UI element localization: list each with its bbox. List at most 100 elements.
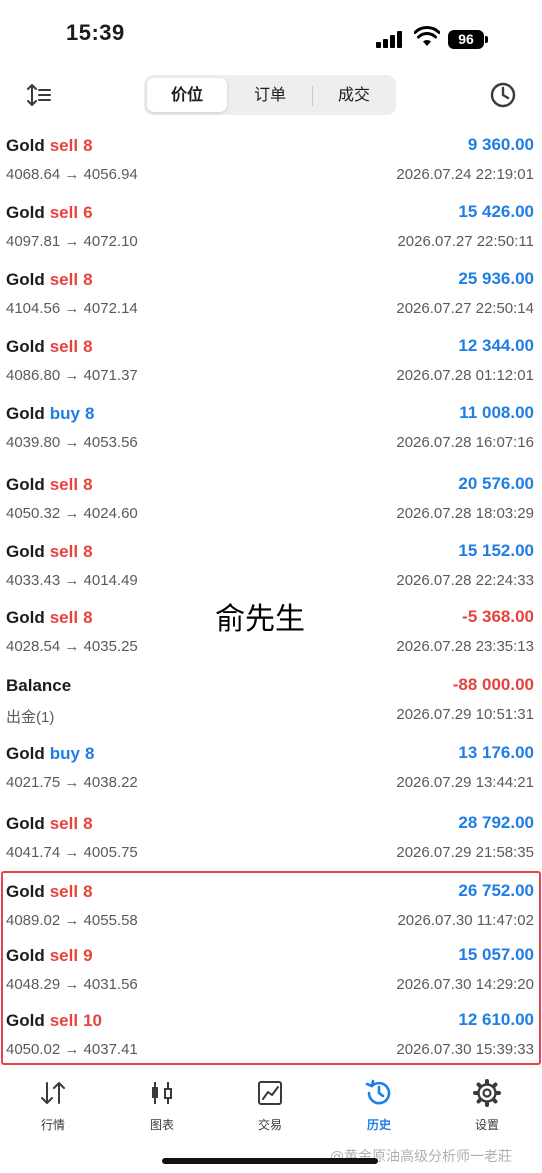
deal-title: Gold sell 8 <box>6 814 93 834</box>
deal-profit: 12 610.00 <box>458 1010 534 1029</box>
deal-row[interactable]: Gold buy 8 4039.80 → 4053.56 11 008.00 2026.0… <box>0 401 542 461</box>
deal-time: 2026.07.28 01:12:01 <box>396 367 534 384</box>
deal-title: Gold sell 8 <box>6 882 93 902</box>
deal-time: 2026.07.28 16:07:16 <box>396 434 534 451</box>
deal-profit: 26 752.00 <box>458 881 534 900</box>
deal-title: Balance <box>6 676 71 696</box>
deal-profit: 11 008.00 <box>459 403 534 422</box>
deal-row[interactable]: Gold sell 8 4068.64 → 4056.94 9 360.00 2026.0… <box>0 133 542 193</box>
deal-volume: 8 <box>83 270 93 289</box>
tab-deals[interactable]: 成交 <box>314 78 394 112</box>
history-icon <box>365 1079 391 1105</box>
wifi-icon <box>414 26 440 46</box>
deal-volume: 8 <box>84 404 95 423</box>
deal-side: buy <box>49 744 80 763</box>
deal-title: Gold sell 8 <box>6 542 93 562</box>
deal-time: 2026.07.30 15:39:33 <box>396 1041 534 1058</box>
deal-row[interactable]: Gold sell 8 4104.56 → 4072.14 25 936.00 2026.… <box>0 267 542 327</box>
deal-row[interactable]: Balance 出金(1) -88 000.00 2026.07.29 10:51:3… <box>0 673 542 733</box>
deal-prices: 4028.54 → 4035.25 <box>6 638 138 655</box>
deal-row[interactable]: Gold sell 8 4089.02 → 4055.58 26 752.00 2026.… <box>0 879 542 939</box>
deal-profit: 25 936.00 <box>458 269 534 288</box>
deal-prices: 4050.32 → 4024.60 <box>6 505 138 522</box>
deal-symbol: Gold <box>6 337 45 356</box>
segment-divider <box>312 86 313 106</box>
deal-side: sell <box>49 882 79 901</box>
deal-volume: 8 <box>83 542 93 561</box>
deal-side: sell <box>49 1011 79 1030</box>
deal-symbol: Gold <box>6 946 45 965</box>
deal-row[interactable]: Gold sell 8 4041.74 → 4005.75 28 792.00 2026.… <box>0 811 542 871</box>
deal-volume: 8 <box>83 608 93 627</box>
deal-row[interactable]: Gold sell 9 4048.29 → 4031.56 15 057.00 2026.… <box>0 943 542 1003</box>
deal-side: sell <box>49 270 79 289</box>
deal-title: Gold buy 8 <box>6 404 94 424</box>
deal-profit: 20 576.00 <box>458 474 534 493</box>
deal-volume: 8 <box>83 475 93 494</box>
deal-volume: 8 <box>83 882 93 901</box>
tab-orders[interactable]: 订单 <box>230 78 310 112</box>
deal-profit: 28 792.00 <box>458 813 534 832</box>
deal-symbol: Gold <box>6 608 45 627</box>
bottom-tab-settings[interactable]: 设置 <box>447 1078 527 1142</box>
deal-prices: 4048.29 → 4031.56 <box>6 976 138 993</box>
deal-symbol: Gold <box>6 270 45 289</box>
deal-symbol: Gold <box>6 542 45 561</box>
bottom-tab-chart[interactable]: 图表 <box>122 1078 202 1142</box>
deal-row[interactable]: Gold sell 8 4086.80 → 4071.37 12 344.00 2026.… <box>0 334 542 394</box>
deal-row[interactable]: Gold sell 8 4033.43 → 4014.49 15 152.00 2026.… <box>0 539 542 599</box>
trade-icon <box>258 1081 282 1105</box>
deal-symbol: Balance <box>6 676 72 695</box>
deal-prices: 4104.56 → 4072.14 <box>6 300 138 317</box>
battery-tip <box>485 36 488 43</box>
deal-time: 2026.07.30 14:29:20 <box>396 976 534 993</box>
clock-icon[interactable] <box>488 80 518 110</box>
deal-time: 2026.07.29 13:44:21 <box>396 774 534 791</box>
chart-icon <box>152 1082 172 1104</box>
deal-title: Gold sell 10 <box>6 1011 102 1031</box>
deal-row[interactable]: Gold buy 8 4021.75 → 4038.22 13 176.00 2026.0… <box>0 741 542 801</box>
deal-volume: 8 <box>84 744 95 763</box>
settings-icon <box>473 1079 501 1107</box>
deal-prices: 4021.75 → 4038.22 <box>6 774 138 791</box>
deal-row[interactable]: Gold sell 8 4050.32 → 4024.60 20 576.00 2026.… <box>0 472 542 532</box>
sort-icon[interactable] <box>24 80 54 110</box>
deal-volume: 8 <box>83 814 93 833</box>
deal-side: sell <box>49 203 79 222</box>
deal-profit: 15 057.00 <box>458 945 534 964</box>
deal-prices: 4050.02 → 4037.41 <box>6 1041 138 1058</box>
deal-symbol: Gold <box>6 203 45 222</box>
deal-prices: 4086.80 → 4071.37 <box>6 367 138 384</box>
deal-symbol: Gold <box>6 744 45 763</box>
deal-profit: 15 152.00 <box>458 541 534 560</box>
deal-prices: 4068.64 → 4056.94 <box>6 166 138 183</box>
deal-title: Gold sell 8 <box>6 136 93 156</box>
cellular-signal-icon <box>376 30 406 48</box>
bottom-tab-quotes[interactable]: 行情 <box>13 1078 93 1142</box>
deal-symbol: Gold <box>6 475 45 494</box>
bottom-tab-label: 历史 <box>366 1118 391 1132</box>
deal-profit: -88 000.00 <box>452 675 534 694</box>
deal-side: buy <box>49 404 80 423</box>
deal-time: 2026.07.29 10:51:31 <box>396 706 534 723</box>
deal-prices: 4097.81 → 4072.10 <box>6 233 138 250</box>
tab-positions[interactable]: 价位 <box>147 78 227 112</box>
deal-volume: 10 <box>83 1011 102 1030</box>
deal-time: 2026.07.27 22:50:11 <box>397 233 534 250</box>
battery-indicator: 96 <box>448 30 484 49</box>
deal-side: sell <box>49 337 79 356</box>
deal-row[interactable]: Gold sell 6 4097.81 → 4072.10 15 426.00 2026.… <box>0 200 542 260</box>
deal-prices: 4089.02 → 4055.58 <box>6 912 138 929</box>
bottom-tab-trade[interactable]: 交易 <box>230 1078 310 1142</box>
history-segmented-control: 价位 订单 成交 <box>144 75 396 115</box>
bottom-tab-history[interactable]: 历史 <box>339 1078 419 1142</box>
deal-title: Gold sell 8 <box>6 608 93 628</box>
deal-prices: 4033.43 → 4014.49 <box>6 572 138 589</box>
deal-side: sell <box>49 475 79 494</box>
deal-prices: 4041.74 → 4005.75 <box>6 844 138 861</box>
deal-time: 2026.07.28 22:24:33 <box>396 572 534 589</box>
deal-row[interactable]: Gold sell 10 4050.02 → 4037.41 12 610.00 2026… <box>0 1008 542 1068</box>
deal-profit: -5 368.00 <box>462 607 534 626</box>
deal-side: sell <box>49 136 79 155</box>
deal-time: 2026.07.30 11:47:02 <box>397 912 534 929</box>
